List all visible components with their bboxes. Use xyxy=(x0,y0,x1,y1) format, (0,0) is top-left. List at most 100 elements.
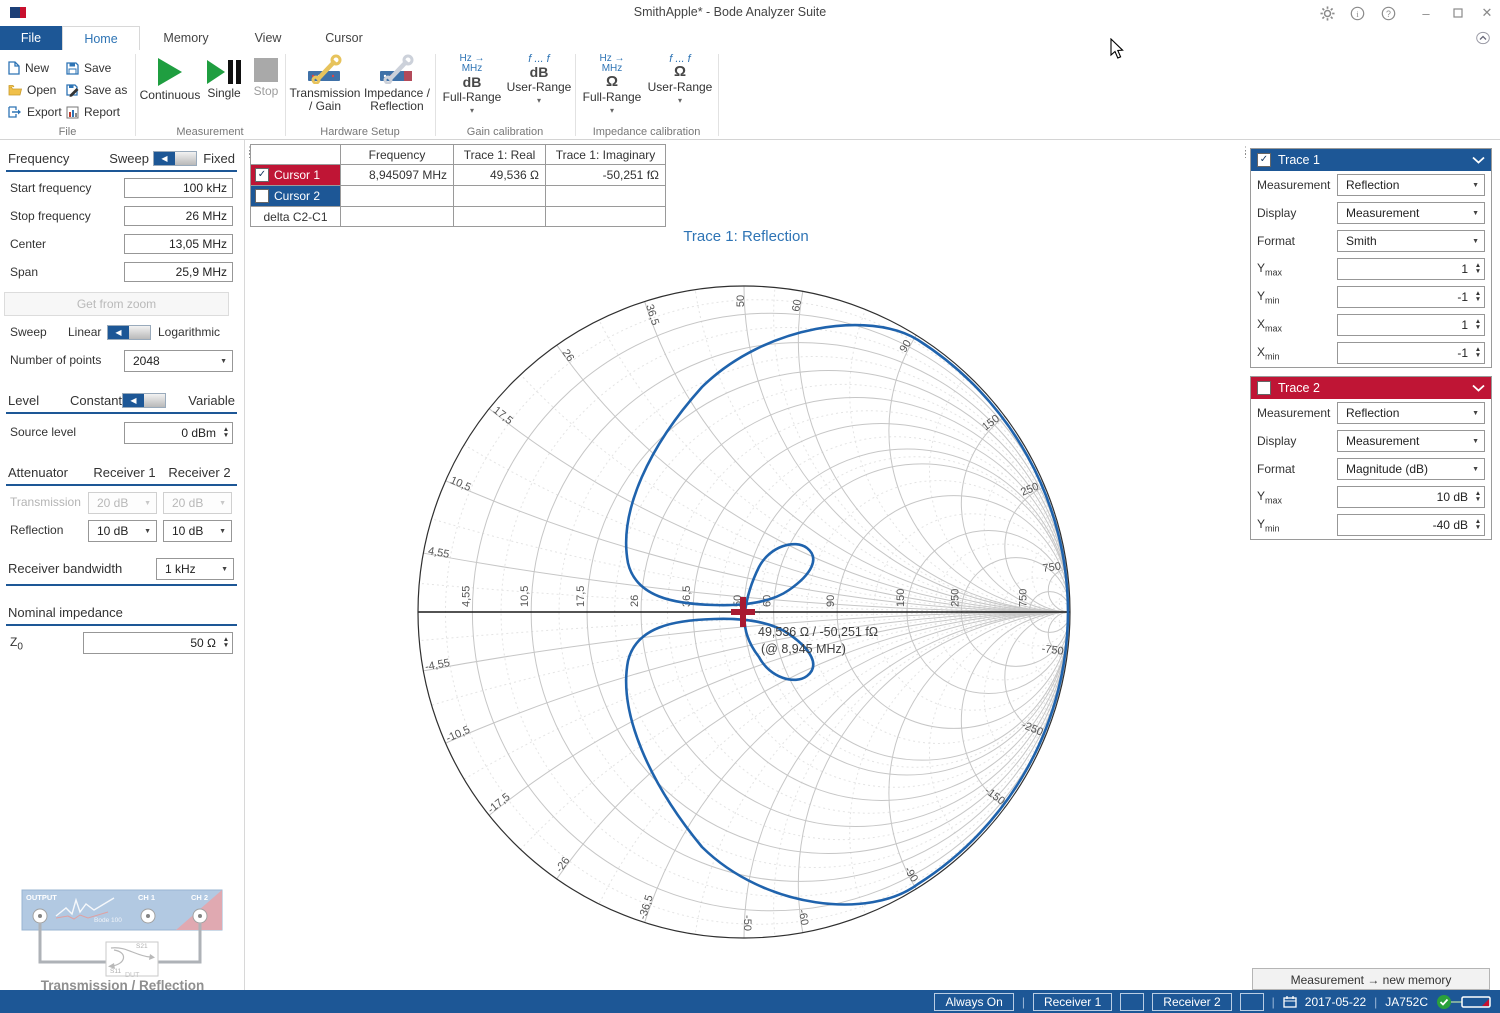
cursor2-imaginary-cell xyxy=(546,186,666,207)
ch2-port-label: CH 2 xyxy=(191,893,208,902)
smith-chart[interactable]: 4,554,55-4,5510,510,5-10,517,517,5-17,52… xyxy=(250,255,1242,990)
trace1-imaginary-column-header: Trace 1: Imaginary xyxy=(546,145,666,165)
spinner-arrows[interactable]: ▲▼ xyxy=(220,427,232,439)
trace1-measurement-dropdown[interactable]: Reflection▼ xyxy=(1337,174,1485,196)
collapse-ribbon-icon[interactable] xyxy=(1472,28,1494,48)
sweep-fixed-toggle[interactable]: ◀ xyxy=(153,151,197,166)
reflection-receiver2-dropdown[interactable]: 10 dB▼ xyxy=(163,520,232,542)
open-button[interactable]: Open xyxy=(8,80,56,100)
receiver2-status[interactable]: Receiver 2 xyxy=(1152,993,1231,1011)
info-icon[interactable]: i xyxy=(1346,3,1368,23)
z0-spinner[interactable]: 50 Ω ▲▼ xyxy=(83,632,233,654)
spinner-arrows[interactable]: ▲▼ xyxy=(1472,347,1484,359)
trace1-header[interactable]: ✓ Trace 1 xyxy=(1251,149,1491,171)
export-button[interactable]: Export xyxy=(8,102,62,122)
open-folder-icon xyxy=(8,84,22,96)
trace1-ymax-spinner[interactable]: 1 ▲▼ xyxy=(1337,258,1485,280)
trace2-header[interactable]: Trace 2 xyxy=(1251,377,1491,399)
spinner-arrows[interactable]: ▲▼ xyxy=(1472,491,1484,503)
trace2-checkbox[interactable] xyxy=(1257,381,1271,395)
output-port-label: OUTPUT xyxy=(26,893,57,902)
report-label: Report xyxy=(84,105,120,119)
impedance-reflection-label-line1: Impedance / xyxy=(364,86,430,100)
receiver1-status[interactable]: Receiver 1 xyxy=(1033,993,1112,1011)
help-icon[interactable]: ? xyxy=(1377,3,1399,23)
maximize-button[interactable] xyxy=(1447,3,1469,23)
impedance-reflection-button[interactable]: Impedance / Reflection xyxy=(362,54,432,113)
spinner-arrows[interactable]: ▲▼ xyxy=(1472,291,1484,303)
xmax-label: Xmax xyxy=(1257,317,1282,333)
spinner-arrows[interactable]: ▲▼ xyxy=(1472,519,1484,531)
spinner-arrows[interactable]: ▲▼ xyxy=(1472,263,1484,275)
minimize-button[interactable]: – xyxy=(1415,3,1437,23)
trace2-measurement-dropdown[interactable]: Reflection▼ xyxy=(1337,402,1485,424)
cursor1-real-cell: 49,536 Ω xyxy=(454,165,546,186)
trace2-display-dropdown[interactable]: Measurement▼ xyxy=(1337,430,1485,452)
tab-memory[interactable]: Memory xyxy=(140,26,232,50)
trace2-format-dropdown[interactable]: Magnitude (dB)▼ xyxy=(1337,458,1485,480)
receiver1-level-indicator xyxy=(1120,993,1144,1011)
gain-full-range-button[interactable]: Hz → MHz dB Full-Range ▾ xyxy=(440,54,504,116)
reflection-receiver1-dropdown[interactable]: 10 dB▼ xyxy=(88,520,157,542)
number-of-points-dropdown[interactable]: 2048 ▼ xyxy=(124,350,233,372)
trace1-xmin-spinner[interactable]: -1 ▲▼ xyxy=(1337,342,1485,364)
cursor2-row-header[interactable]: Cursor 2 xyxy=(251,186,341,207)
trace1-ymin-spinner[interactable]: -1 ▲▼ xyxy=(1337,286,1485,308)
hardware-group-label: Hardware Setup xyxy=(285,126,435,138)
reflection-attenuator-row: Reflection 10 dB▼ 10 dB▼ xyxy=(10,520,237,542)
cursor1-row-header[interactable]: ✓ Cursor 1 xyxy=(251,165,341,186)
trace1-measurement-row: Measurement Reflection▼ xyxy=(1251,171,1491,199)
trace2-ymin-spinner[interactable]: -40 dB ▲▼ xyxy=(1337,514,1485,536)
measurement-to-memory-button[interactable]: Measurement → new memory xyxy=(1252,968,1490,990)
gain-user-range-button[interactable]: f ... f dB User-Range ▾ xyxy=(506,54,572,106)
cursor2-checkbox[interactable] xyxy=(255,189,269,203)
ymin-label: Ymin xyxy=(1257,289,1280,305)
single-button[interactable]: Single xyxy=(202,54,246,100)
spinner-arrows[interactable]: ▲▼ xyxy=(220,637,232,649)
stop-frequency-input[interactable]: 26 MHz xyxy=(124,206,233,226)
dropdown-caret-icon[interactable]: ▾ xyxy=(678,96,682,106)
chevron-down-icon[interactable] xyxy=(1472,156,1485,164)
tab-home[interactable]: Home xyxy=(62,26,140,50)
span-input[interactable]: 25,9 MHz xyxy=(124,262,233,282)
trace2-ymax-spinner[interactable]: 10 dB ▲▼ xyxy=(1337,486,1485,508)
svg-text:250: 250 xyxy=(949,589,961,607)
constant-variable-toggle[interactable]: ◀ xyxy=(122,393,166,408)
close-button[interactable]: ✕ xyxy=(1476,3,1498,23)
trace1-display-dropdown[interactable]: Measurement▼ xyxy=(1337,202,1485,224)
trace2-ymax-row: Ymax 10 dB ▲▼ xyxy=(1251,483,1491,511)
ohm-unit-label: Ω xyxy=(674,64,686,80)
continuous-button[interactable]: Continuous xyxy=(140,54,200,102)
save-button[interactable]: Save xyxy=(66,58,111,78)
tab-file[interactable]: File xyxy=(0,26,62,50)
format-label: Format xyxy=(1257,234,1295,248)
always-on-button[interactable]: Always On xyxy=(934,993,1013,1011)
receiver-bandwidth-dropdown[interactable]: 1 kHz▼ xyxy=(156,558,234,580)
center-frequency-input[interactable]: 13,05 MHz xyxy=(124,234,233,254)
cursor1-checkbox[interactable]: ✓ xyxy=(255,168,269,182)
settings-gear-icon[interactable] xyxy=(1316,3,1338,23)
impedance-full-range-button[interactable]: Hz → MHz Ω Full-Range ▾ xyxy=(580,54,644,116)
linear-log-toggle[interactable]: ◀ xyxy=(107,325,151,340)
tab-cursor[interactable]: Cursor xyxy=(304,26,384,50)
trace1-format-dropdown[interactable]: Smith▼ xyxy=(1337,230,1485,252)
trace1-checkbox[interactable]: ✓ xyxy=(1257,153,1271,167)
save-as-button[interactable]: Save as xyxy=(66,80,127,100)
tab-view[interactable]: View xyxy=(232,26,304,50)
bode-analyzer-window: SmithApple* - Bode Analyzer Suite i ? – … xyxy=(0,0,1500,1013)
chevron-down-icon[interactable] xyxy=(1472,384,1485,392)
transmission-gain-button[interactable]: Transmission / Gain xyxy=(290,54,360,113)
spinner-arrows[interactable]: ▲▼ xyxy=(1472,319,1484,331)
dropdown-caret-icon: ▼ xyxy=(219,528,231,535)
impedance-user-range-button[interactable]: f ... f Ω User-Range ▾ xyxy=(646,54,714,106)
dropdown-caret-icon[interactable]: ▾ xyxy=(537,96,541,106)
dropdown-caret-icon[interactable]: ▾ xyxy=(610,106,614,116)
dropdown-caret-icon[interactable]: ▾ xyxy=(470,106,474,116)
trace1-xmax-spinner[interactable]: 1 ▲▼ xyxy=(1337,314,1485,336)
new-button[interactable]: New xyxy=(8,58,49,78)
source-level-spinner[interactable]: 0 dBm ▲▼ xyxy=(124,422,233,444)
report-button[interactable]: Report xyxy=(66,102,120,122)
wrench-board-icon xyxy=(305,54,345,84)
start-frequency-input[interactable]: 100 kHz xyxy=(124,178,233,198)
transmission-gain-label-line1: Transmission xyxy=(290,86,361,100)
